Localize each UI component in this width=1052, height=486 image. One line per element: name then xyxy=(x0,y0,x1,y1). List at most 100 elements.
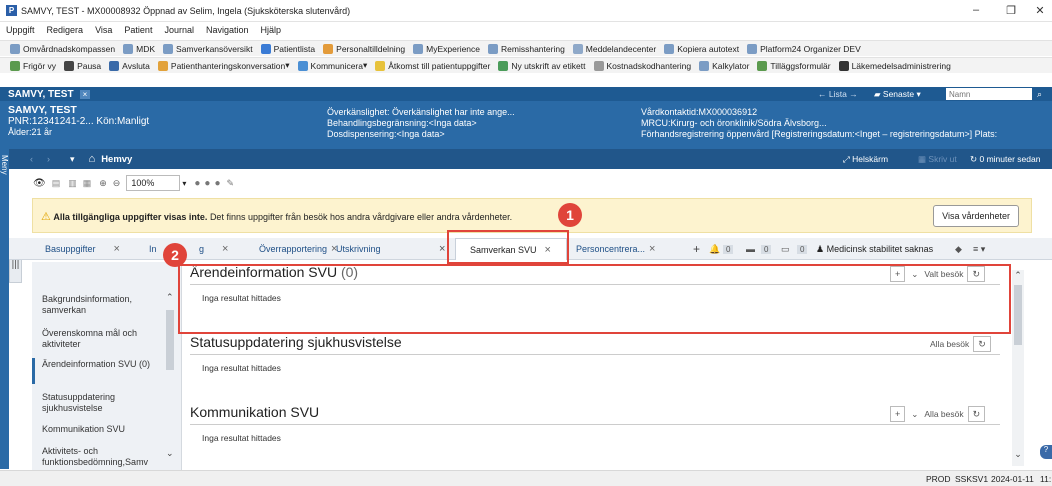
edit-icon[interactable]: ✎ xyxy=(227,178,235,189)
close-icon[interactable]: × xyxy=(114,243,120,255)
menu-redigera[interactable]: Redigera xyxy=(47,25,84,35)
menu-journal[interactable]: Journal xyxy=(164,25,194,35)
document-icon[interactable]: ▤ xyxy=(52,178,61,189)
help-icon[interactable]: ? xyxy=(1040,445,1052,459)
toolbar-patientlista[interactable]: Patientlista xyxy=(260,43,315,54)
tab-overrapportering[interactable]: Överrapportering × xyxy=(259,238,337,260)
sidebar-item-arendeinformation[interactable]: Ärendeinformation SVU (0) xyxy=(42,359,162,370)
fullscreen-button[interactable]: ⤢ Helskärm xyxy=(843,154,888,165)
tab-g[interactable]: g × xyxy=(199,238,228,260)
circle-icon[interactable]: ● xyxy=(194,178,200,189)
sidebar-item-overenskomna-mal[interactable]: Överenskomna mål och aktiviteter xyxy=(42,328,162,350)
toolbar-platform24[interactable]: Platform24 Organizer DEV xyxy=(747,43,861,54)
close-icon[interactable]: × xyxy=(222,243,228,255)
scroll-up-icon[interactable]: ⌃ xyxy=(166,292,174,303)
toolbar-remisshantering[interactable]: Remisshantering xyxy=(488,43,565,54)
toolbar-myexperience[interactable]: MyExperience xyxy=(413,43,480,54)
export-icon[interactable]: ▦ xyxy=(83,178,92,189)
menu-hjalp[interactable]: Hjälp xyxy=(261,25,282,35)
sidebar-scrollbar[interactable] xyxy=(166,310,174,370)
chevron-down-icon[interactable]: ⌄ xyxy=(911,409,918,420)
patient-search-input[interactable] xyxy=(946,88,1032,100)
patient-tab-close-icon[interactable]: × xyxy=(79,89,91,99)
menu-label[interactable]: Meny xyxy=(0,155,9,175)
zoom-dropdown-icon[interactable]: ▾ xyxy=(182,179,186,188)
search-icon[interactable]: ⌕ xyxy=(1037,89,1042,100)
tab-menu-button[interactable]: ≡ ▾ xyxy=(973,238,985,260)
toolbar-mdk[interactable]: MDK xyxy=(123,43,155,54)
toolbar-avsluta[interactable]: Avsluta xyxy=(109,60,150,71)
main-scrollbar[interactable]: ⌃ ⌄ xyxy=(1012,270,1024,466)
scroll-up-icon[interactable]: ⌃ xyxy=(1012,270,1024,281)
home-link[interactable]: Hemvy xyxy=(101,154,132,165)
toolbar-meddelandecenter[interactable]: Meddelandecenter xyxy=(572,43,656,54)
sidebar-item-bakgrundsinformation[interactable]: Bakgrundsinformation, samverkan xyxy=(42,294,162,316)
hypersensitivity[interactable]: Överkänslighet: Överkänslighet har inte … xyxy=(327,107,515,118)
refresh-icon[interactable]: ↻ xyxy=(973,336,991,352)
scroll-thumb[interactable] xyxy=(1014,285,1022,345)
menu-navigation[interactable]: Navigation xyxy=(206,25,249,35)
inbox-icon[interactable]: ▭ xyxy=(781,238,790,260)
sidebar-item-kommunikation[interactable]: Kommunikation SVU xyxy=(42,424,162,435)
recent-menu[interactable]: ▰ Senaste ▾ xyxy=(874,89,921,100)
toolbar-tillaggsformular[interactable]: Tilläggsformulär xyxy=(757,60,831,71)
refresh-icon[interactable]: ↻ xyxy=(967,406,986,422)
binoculars-icon[interactable]: 👁 xyxy=(33,178,46,189)
toolbar-omvardnadskompassen[interactable]: Omvårdnadskompassen xyxy=(10,43,115,54)
restore-icon[interactable]: ❐ xyxy=(1001,4,1021,17)
close-icon[interactable]: × xyxy=(649,243,655,255)
chat-icon[interactable]: ▬ xyxy=(746,238,755,260)
close-icon[interactable]: × xyxy=(439,238,445,260)
tab-personcentrera[interactable]: Personcentrera... × xyxy=(576,238,655,260)
zoom-select[interactable]: 100% xyxy=(126,175,181,191)
toolbar-kommunicera[interactable]: Kommunicera ▾ xyxy=(297,60,367,71)
toolbar-pausa[interactable]: Pausa xyxy=(64,60,101,71)
scroll-down-icon[interactable]: ⌄ xyxy=(1012,449,1024,460)
toolbar-patienthanteringskonversation[interactable]: Patienthanteringskonversation ▾ xyxy=(157,60,290,71)
circle-icon-2[interactable]: ● xyxy=(204,178,210,189)
menu-uppgift[interactable]: Uppgift xyxy=(6,25,35,35)
tag-icon[interactable]: ◆ xyxy=(955,238,962,260)
add-tab-button[interactable]: + xyxy=(693,238,700,260)
annotation-box-1 xyxy=(447,230,569,264)
tab-utskrivning[interactable]: Utskrivning xyxy=(336,238,381,260)
toolbar-kostnadskodhantering[interactable]: Kostnadskodhantering xyxy=(593,60,691,71)
visit-filter[interactable]: Alla besök xyxy=(930,339,969,349)
section-title: Kommunikation SVU xyxy=(190,404,320,420)
refresh-button[interactable]: ↻ 0 minuter sedan xyxy=(970,154,1040,165)
print-button[interactable]: ▦ Skriv ut xyxy=(918,154,957,165)
tab-in[interactable]: In xyxy=(149,238,157,260)
zoom-out-icon[interactable]: ⊖ xyxy=(113,178,121,189)
sidebar-item-statusuppdatering[interactable]: Statusuppdatering sjukhusvistelse xyxy=(42,392,162,414)
sidebar-item-aktivitets[interactable]: Aktivitets- och funktionsbedömning,Samv xyxy=(42,446,167,468)
add-button[interactable]: + xyxy=(890,406,906,422)
show-units-button[interactable]: Visa vårdenheter xyxy=(933,205,1019,227)
toolbar-samverkansoversikt[interactable]: Samverkansöversikt xyxy=(163,43,253,54)
patient-tab-name[interactable]: SAMVY, TEST xyxy=(8,89,74,100)
menu-visa[interactable]: Visa xyxy=(95,25,112,35)
list-nav[interactable]: ← Lista → xyxy=(818,89,858,99)
tab-basuppgifter[interactable]: Basuppgifter × xyxy=(45,238,120,260)
warning-text: Det finns uppgifter från besök hos andra… xyxy=(209,212,513,222)
forward-icon[interactable]: › xyxy=(47,154,50,164)
toolbar-lakemedelsadministrering[interactable]: Läkemedelsadministrering xyxy=(838,60,951,71)
menu-patient[interactable]: Patient xyxy=(124,25,152,35)
toolbar-frigor-vy[interactable]: Frigör vy xyxy=(10,60,56,71)
medical-stability-indicator[interactable]: ♟ Medicinsk stabilitet saknas xyxy=(816,238,933,260)
home-icon[interactable]: ⌂ xyxy=(89,153,96,165)
back-icon[interactable]: ‹ xyxy=(30,154,33,164)
bell-icon[interactable]: 🔔 xyxy=(709,238,720,260)
visit-filter[interactable]: Alla besök xyxy=(924,409,963,419)
toolbar-personaltilldelning[interactable]: Personaltilldelning xyxy=(323,43,405,54)
circle-icon-3[interactable]: ● xyxy=(214,178,220,189)
scroll-down-icon[interactable]: ⌄ xyxy=(166,448,174,459)
print-icon[interactable]: ▥ xyxy=(68,178,77,189)
chevron-down-icon[interactable]: ▾ xyxy=(70,154,75,165)
zoom-in-icon[interactable]: ⊕ xyxy=(99,178,107,189)
close-icon[interactable]: ✕ xyxy=(1030,4,1050,17)
toolbar-kalkylator[interactable]: Kalkylator xyxy=(699,60,749,71)
toolbar-ny-utskrift[interactable]: Ny utskrift av etikett xyxy=(498,60,586,71)
minimize-icon[interactable]: – xyxy=(966,4,986,16)
toolbar-atkomst[interactable]: Åtkomst till patientuppgifter xyxy=(375,60,490,71)
toolbar-kopiera-autotext[interactable]: Kopiera autotext xyxy=(664,43,739,54)
